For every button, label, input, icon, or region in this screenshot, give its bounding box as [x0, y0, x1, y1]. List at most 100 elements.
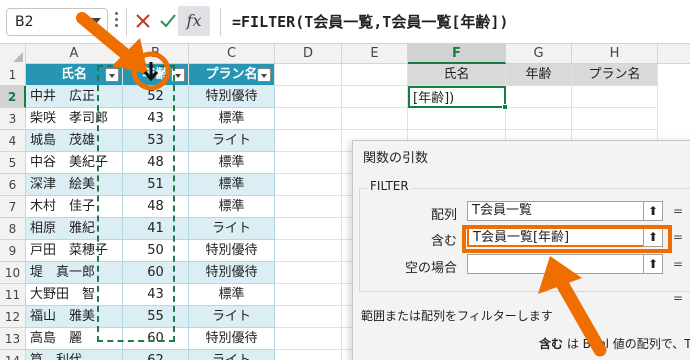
table-cell-age[interactable]: 60	[123, 262, 189, 284]
table-cell-name[interactable]: 中井 広正	[26, 86, 123, 108]
table-cell-age[interactable]: 48	[123, 196, 189, 218]
fill-handle[interactable]	[502, 104, 508, 110]
row-header-3[interactable]: 3	[0, 108, 26, 130]
table-cell-plan[interactable]: ライト	[189, 218, 275, 240]
output-header-plan[interactable]: プラン名	[572, 64, 658, 86]
row-header-14[interactable]: 14	[0, 350, 26, 360]
output-header-name[interactable]: 氏名	[408, 64, 506, 86]
cell[interactable]	[275, 174, 342, 196]
cell[interactable]	[275, 240, 342, 262]
column-header-d[interactable]: D	[275, 44, 342, 64]
arg-input-if-empty[interactable]	[467, 254, 663, 274]
column-header-g[interactable]: G	[506, 44, 572, 64]
cell[interactable]	[408, 108, 506, 130]
column-header-f[interactable]: F	[408, 44, 506, 64]
arg-input-array[interactable]: T会員一覧	[467, 201, 663, 221]
table-cell-plan[interactable]: ライト	[189, 130, 275, 152]
table-cell-age[interactable]: 52	[123, 86, 189, 108]
table-cell-plan[interactable]: 標準	[189, 284, 275, 306]
column-header-c[interactable]: C	[189, 44, 275, 64]
cell[interactable]	[275, 108, 342, 130]
table-cell-plan[interactable]: ライト	[189, 306, 275, 328]
column-header-a[interactable]: A	[26, 44, 123, 64]
active-cell[interactable]: [年齢])	[408, 86, 506, 108]
table-cell-age[interactable]: 43	[123, 108, 189, 130]
collapse-dialog-icon[interactable]: ⬆	[643, 201, 663, 221]
more-options-icon[interactable]	[115, 12, 119, 30]
cell[interactable]	[342, 86, 408, 108]
cell[interactable]	[275, 130, 342, 152]
cell[interactable]	[572, 108, 658, 130]
cell[interactable]	[506, 86, 572, 108]
table-header-cell[interactable]: 年齢	[123, 64, 189, 86]
table-header-cell[interactable]: 氏名	[26, 64, 123, 86]
cell[interactable]	[275, 284, 342, 306]
table-cell-name[interactable]: 高島 麗	[26, 328, 123, 350]
cell[interactable]	[275, 218, 342, 240]
table-cell-plan[interactable]: 特別優待	[189, 328, 275, 350]
table-cell-age[interactable]: 48	[123, 152, 189, 174]
cell[interactable]	[275, 306, 342, 328]
table-cell-name[interactable]: 木村 佳子	[26, 196, 123, 218]
cell[interactable]	[275, 152, 342, 174]
cell[interactable]	[275, 86, 342, 108]
cell[interactable]	[342, 108, 408, 130]
table-header-cell[interactable]: プラン名	[189, 64, 275, 86]
cell[interactable]	[275, 196, 342, 218]
table-cell-age[interactable]: 50	[123, 240, 189, 262]
cell[interactable]	[275, 262, 342, 284]
chevron-down-icon[interactable]	[91, 18, 101, 24]
table-cell-name[interactable]: 中谷 美紀子	[26, 152, 123, 174]
table-cell-age[interactable]: 43	[123, 284, 189, 306]
table-cell-age[interactable]: 51	[123, 174, 189, 196]
row-header-11[interactable]: 11	[0, 284, 26, 306]
cell[interactable]	[572, 86, 658, 108]
table-cell-age[interactable]: 62	[123, 350, 189, 360]
row-header-2[interactable]: 2	[0, 86, 26, 108]
column-header-b[interactable]: B	[123, 44, 189, 64]
name-box[interactable]: B2	[6, 8, 108, 36]
filter-dropdown-icon[interactable]	[257, 68, 271, 82]
table-cell-age[interactable]: 55	[123, 306, 189, 328]
cell[interactable]	[275, 64, 342, 86]
row-header-7[interactable]: 7	[0, 196, 26, 218]
table-cell-age[interactable]: 60	[123, 328, 189, 350]
output-header-age[interactable]: 年齢	[506, 64, 572, 86]
cell[interactable]	[275, 328, 342, 350]
row-header-8[interactable]: 8	[0, 218, 26, 240]
cancel-icon[interactable]	[133, 11, 153, 31]
table-cell-plan[interactable]: 特別優待	[189, 240, 275, 262]
table-cell-name[interactable]: 城島 茂雄	[26, 130, 123, 152]
row-header-9[interactable]: 9	[0, 240, 26, 262]
filter-dropdown-icon[interactable]	[105, 68, 119, 82]
cell[interactable]	[342, 64, 408, 86]
table-cell-plan[interactable]: 標準	[189, 196, 275, 218]
row-header-4[interactable]: 4	[0, 130, 26, 152]
table-cell-plan[interactable]: 標準	[189, 152, 275, 174]
formula-input[interactable]: =FILTER(T会員一覧,T会員一覧[年齢])	[232, 11, 508, 32]
row-header-10[interactable]: 10	[0, 262, 26, 284]
row-header-6[interactable]: 6	[0, 174, 26, 196]
row-header-12[interactable]: 12	[0, 306, 26, 328]
collapse-dialog-icon[interactable]: ⬆	[643, 254, 663, 274]
table-cell-plan[interactable]: 標準	[189, 108, 275, 130]
row-header-1[interactable]: 1	[0, 64, 26, 86]
table-cell-name[interactable]: 柴咲 孝司郎	[26, 108, 123, 130]
table-cell-plan[interactable]: 標準	[189, 174, 275, 196]
table-cell-name[interactable]: 堤 真一郎	[26, 262, 123, 284]
filter-dropdown-icon[interactable]	[171, 68, 185, 82]
table-cell-plan[interactable]: 特別優待	[189, 262, 275, 284]
table-cell-name[interactable]: 相原 雅紀	[26, 218, 123, 240]
table-cell-name[interactable]: 筧 利代	[26, 350, 123, 360]
cell[interactable]	[275, 350, 342, 360]
column-header-h[interactable]: H	[572, 44, 658, 64]
table-cell-age[interactable]: 41	[123, 218, 189, 240]
table-cell-name[interactable]: 深津 絵美	[26, 174, 123, 196]
table-cell-plan[interactable]: ライト	[189, 350, 275, 360]
row-header-13[interactable]: 13	[0, 328, 26, 350]
table-cell-name[interactable]: 大野田 智	[26, 284, 123, 306]
table-cell-name[interactable]: 福山 雅美	[26, 306, 123, 328]
row-header-5[interactable]: 5	[0, 152, 26, 174]
column-header-e[interactable]: E	[342, 44, 408, 64]
cell[interactable]	[506, 108, 572, 130]
